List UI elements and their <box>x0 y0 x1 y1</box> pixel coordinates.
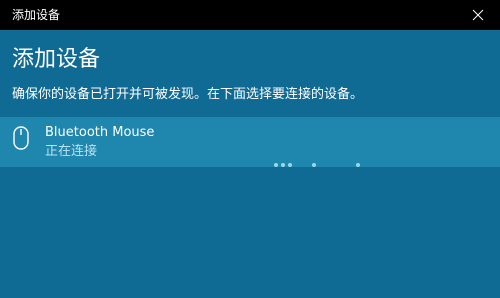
progress-dot <box>288 163 292 167</box>
device-item-bluetooth-mouse[interactable]: Bluetooth Mouse 正在连接 <box>0 117 500 167</box>
instruction-text: 确保你的设备已打开并可被发现。在下面选择要连接的设备。 <box>12 87 364 102</box>
close-icon <box>472 9 484 21</box>
device-name: Bluetooth Mouse <box>45 125 155 140</box>
title-bar: 添加设备 <box>0 0 500 30</box>
connecting-progress <box>0 163 500 167</box>
device-status: 正在连接 <box>45 144 98 159</box>
progress-dot <box>312 163 316 167</box>
progress-dot <box>356 163 360 167</box>
progress-dot <box>274 163 278 167</box>
progress-dot <box>281 163 285 167</box>
add-device-window: 添加设备 添加设备 确保你的设备已打开并可被发现。在下面选择要连接的设备。 Bl… <box>0 0 500 298</box>
mouse-icon <box>13 126 29 150</box>
close-button[interactable] <box>456 0 500 30</box>
window-title: 添加设备 <box>12 8 61 22</box>
page-title: 添加设备 <box>12 47 101 72</box>
